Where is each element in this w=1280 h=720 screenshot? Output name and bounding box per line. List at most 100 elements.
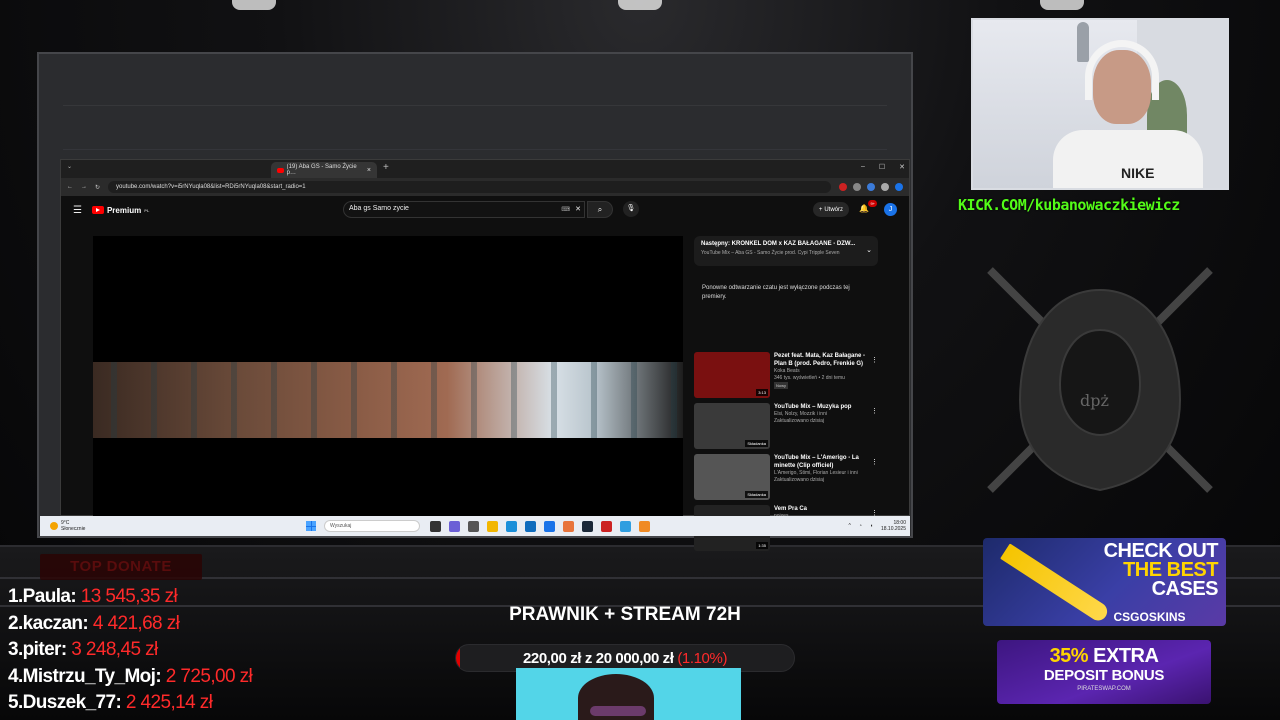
address-bar-row: ← → ↻ youtube.com/watch?v=i5rNYuqla08&li… [61, 178, 909, 196]
clock[interactable]: 18:00 18.10.2025 [881, 520, 906, 532]
donor-name: piter: [22, 639, 68, 660]
minimize-icon[interactable]: – [861, 163, 865, 171]
plus-icon: + [818, 206, 823, 213]
recommendation-title: Pezet feat. Mata, Kaz Bałagane - Plan B … [774, 353, 866, 367]
app-icon[interactable] [601, 520, 612, 532]
search-value: Aba gs Samo zycie [349, 205, 409, 212]
tab-strip: ⌄ (19) Aba GS - Samo Życie p… × + – ☐ ✕ [61, 160, 909, 178]
create-button[interactable]: + Utwórz [812, 202, 849, 217]
chevron-down-icon[interactable]: ⌄ [866, 246, 872, 254]
kick-channel-url: KICK.COM/kubanowaczkiewicz [958, 196, 1180, 214]
donor-rank: 1. [8, 586, 23, 607]
donor-row: 4.Mistrzu_Ty_Moj: 2 725,00 zł [8, 664, 253, 691]
steam-icon[interactable] [582, 520, 593, 532]
reload-icon[interactable]: ↻ [95, 184, 100, 191]
more-options-icon[interactable]: ⋮ [871, 407, 878, 415]
background-window-bar [63, 114, 887, 150]
goal-separator: z [584, 650, 593, 667]
donor-row: 2.kaczan: 4 421,68 zł [8, 611, 252, 638]
search-button[interactable]: ⌕ [587, 201, 613, 218]
extension-icon[interactable] [853, 183, 861, 191]
sun-icon [50, 522, 58, 530]
recommendation-item[interactable]: 3:13 Pezet feat. Mata, Kaz Bałagane - Pla… [694, 352, 878, 403]
keyboard-icon[interactable]: ⌨ [561, 206, 570, 213]
url-input[interactable]: youtube.com/watch?v=i5rNYuqla08&list=RDi… [108, 181, 831, 193]
extension-icon[interactable] [867, 183, 875, 191]
more-options-icon[interactable]: ⋮ [871, 356, 878, 364]
recommendation-thumbnail[interactable]: Składanka [694, 403, 770, 449]
donor-row: 5.Duszek_77: 2 425,14 zł [8, 690, 252, 717]
tab-close-icon[interactable]: × [367, 167, 371, 174]
search-input[interactable]: Aba gs Samo zycie ⌨ ✕ [343, 201, 585, 218]
donor-name: Mistrzu_Ty_Moj: [22, 665, 162, 687]
tray-chevron-icon[interactable]: ^ [849, 523, 851, 529]
task-view-icon[interactable] [430, 520, 441, 532]
app-icon[interactable] [620, 520, 631, 532]
video-player[interactable] [93, 236, 683, 516]
extension-icon[interactable] [881, 183, 889, 191]
taskbar-search-input[interactable]: Wyszukaj [324, 520, 420, 532]
donor-rank: 3. [8, 639, 23, 660]
top-donors-list: 1.Paula: 13 545,35 zł 2.kaczan: 4 421,68 … [8, 584, 253, 717]
camera-glasses [590, 706, 646, 716]
close-window-icon[interactable]: ✕ [899, 163, 905, 171]
maximize-icon[interactable]: ☐ [879, 163, 885, 171]
network-icon[interactable]: ◔ [859, 523, 862, 529]
clear-search-icon[interactable]: ✕ [575, 205, 581, 213]
edge-icon[interactable] [525, 520, 536, 532]
tab-youtube[interactable]: (19) Aba GS - Samo Życie p… × [271, 162, 377, 178]
menu-icon[interactable]: ☰ [73, 205, 82, 216]
background-window-bar [63, 68, 887, 106]
notifications-bell-icon[interactable]: 🔔 [859, 204, 869, 213]
youtube-logo[interactable]: Premium PL [91, 206, 149, 215]
up-next-card[interactable]: Następny: KRONKEL DOM x KAZ BAŁAGANE - D… [694, 236, 878, 266]
forward-icon[interactable]: → [81, 184, 87, 190]
file-explorer-icon[interactable] [487, 520, 498, 532]
top-donate-label: TOP DONATE [40, 554, 202, 580]
tab-search-chevron-icon[interactable]: ⌄ [67, 163, 72, 170]
pirateswap-ad[interactable]: 35% EXTRA DEPOSIT BONUS PIRATESWAP.COM [997, 640, 1211, 704]
donor-name: Duszek_77: [22, 692, 122, 713]
back-icon[interactable]: ← [67, 184, 73, 190]
right-panel: Następny: KRONKEL DOM x KAZ BAŁAGANE - D… [694, 236, 878, 551]
stage-light [618, 0, 662, 10]
recommendation-item[interactable]: Składanka YouTube Mix – L'Amerigo - La mi… [694, 454, 878, 505]
volume-icon[interactable]: ◖ [870, 523, 873, 529]
goal-progress-text: 220,00 zł z 20 000,00 zł (1.10%) [456, 650, 794, 667]
recommendation-item[interactable]: Składanka YouTube Mix – Muzyka pop Elsi, N… [694, 403, 878, 454]
stage-light [1040, 0, 1084, 10]
weather-widget[interactable]: 9°C Słonecznie [40, 520, 300, 532]
recommendation-thumbnail[interactable]: Składanka [694, 454, 770, 500]
youtube-header: ☰ Premium PL Aba gs Samo zycie ⌨ ✕ ⌕ 🎙 +… [61, 196, 909, 224]
notification-count-badge: 9+ [868, 200, 877, 207]
widgets-icon[interactable] [468, 520, 479, 532]
app-icon[interactable] [639, 520, 650, 532]
donor-row: 1.Paula: 13 545,35 zł [8, 584, 252, 611]
more-options-icon[interactable]: ⋮ [871, 458, 878, 466]
webcam-feed: NIKE [971, 18, 1229, 190]
donor-rank: 5. [8, 692, 23, 713]
new-badge: Nowy [774, 382, 789, 389]
recommendation-channel: Koka Beats [774, 368, 800, 374]
donor-name: kaczan: [22, 612, 89, 634]
app-icon[interactable] [563, 520, 574, 532]
pinned-apps [430, 520, 650, 532]
chrome-icon[interactable] [544, 520, 555, 532]
recommendation-meta: 346 tys. wyświetleń • 2 dni temu [774, 375, 845, 381]
app-icon[interactable] [506, 520, 517, 532]
recommendation-thumbnail[interactable]: 3:13 [694, 352, 770, 398]
up-next-subtitle: YouTube Mix – Aba GS - Samo Życie prod. … [701, 250, 840, 256]
emblem-text: dpż [1080, 391, 1109, 410]
shirt-logo: NIKE [1121, 165, 1155, 181]
profile-icon[interactable] [895, 183, 903, 191]
csgoskins-ad[interactable]: CHECK OUT THE BEST CASES CSGOSKINS [983, 538, 1226, 626]
windows-start-icon[interactable] [306, 521, 316, 531]
pirate-line-1: 35% EXTRA [997, 645, 1211, 668]
voice-search-icon[interactable]: 🎙 [623, 201, 639, 217]
extension-icon[interactable] [839, 183, 847, 191]
pirate-site: PIRATESWAP.COM [1077, 686, 1131, 692]
teams-icon[interactable] [449, 520, 460, 532]
csgo-brand: CSGOSKINS [1113, 610, 1186, 624]
new-tab-button[interactable]: + [383, 162, 389, 173]
account-avatar[interactable]: J [884, 203, 897, 216]
